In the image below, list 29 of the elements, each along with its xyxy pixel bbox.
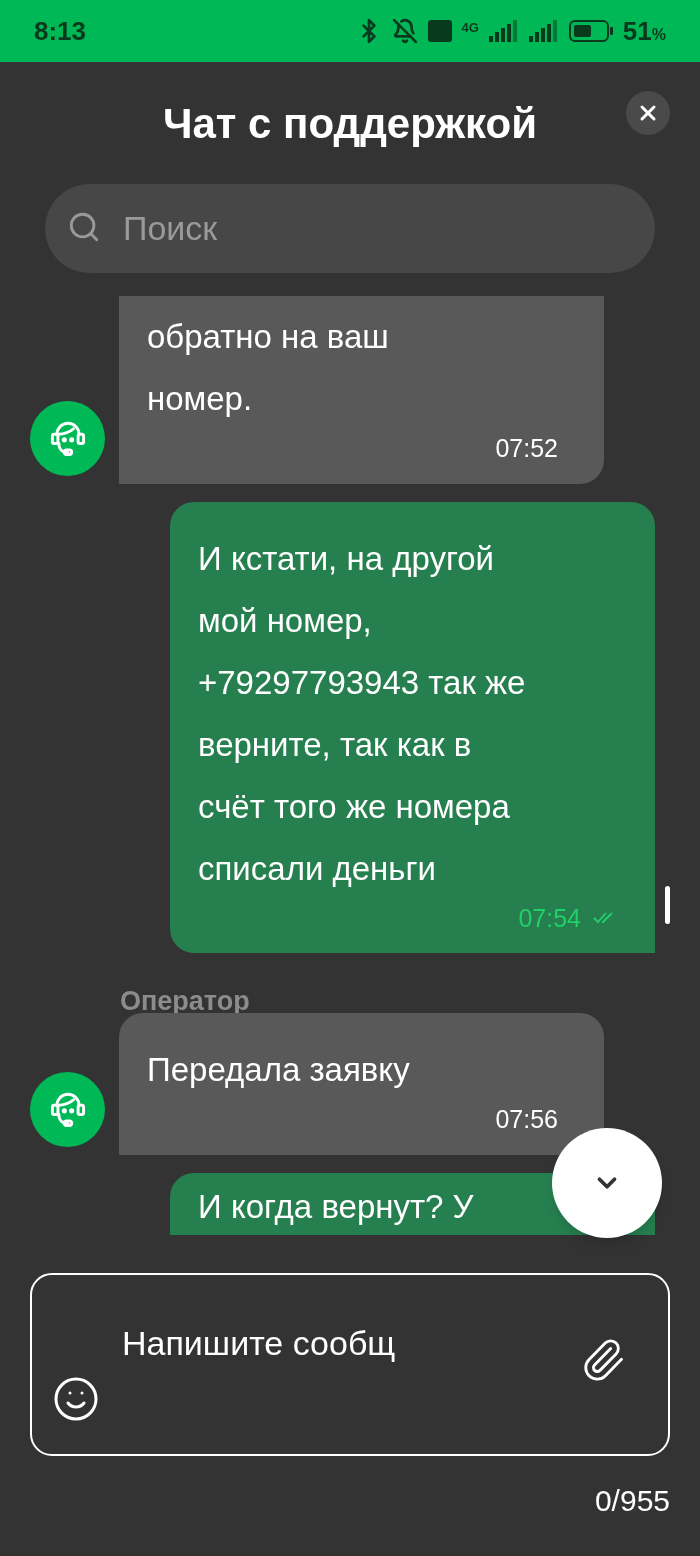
- message-text-line: верните, так как в: [198, 724, 473, 765]
- message-text-line: счёт того же номера: [198, 786, 511, 827]
- search-icon: [67, 210, 101, 244]
- message-text-line: мой номер,: [198, 600, 373, 641]
- character-counter: 0/955: [594, 1483, 670, 1519]
- message-text-line: +79297793943 так же: [198, 662, 527, 703]
- emoji-icon[interactable]: [52, 1375, 100, 1423]
- scrollbar-thumb: [665, 886, 670, 924]
- close-button[interactable]: [626, 91, 670, 135]
- chat-title: Чат с поддержкой: [162, 98, 538, 149]
- status-time: 8:13: [34, 14, 87, 48]
- message-text-line: номер.: [147, 379, 254, 419]
- message-time: 07:52: [495, 433, 558, 464]
- message-text-line: Передала заявку: [147, 1050, 411, 1090]
- message-text-line: списали деньги: [198, 848, 437, 889]
- signal-icon: [488, 20, 519, 42]
- signal-icon: [528, 20, 559, 42]
- battery-icon: [568, 20, 613, 42]
- search-field[interactable]: Поиск: [45, 184, 655, 273]
- sender-name: Оператор: [120, 987, 251, 1015]
- message-input-field[interactable]: Напишите сообщ: [30, 1273, 670, 1456]
- message-time: 07:56: [495, 1104, 558, 1135]
- message-text-line: И кстати, на другой: [198, 538, 496, 579]
- message-time: 07:54: [518, 902, 581, 934]
- message-text-line: И когда вернут? У: [198, 1186, 475, 1227]
- network-type: 4G: [461, 18, 479, 37]
- muted-bell-icon: [391, 18, 418, 44]
- message-text-line: обратно на ваш: [147, 317, 390, 357]
- battery-percent: 51%: [622, 14, 666, 48]
